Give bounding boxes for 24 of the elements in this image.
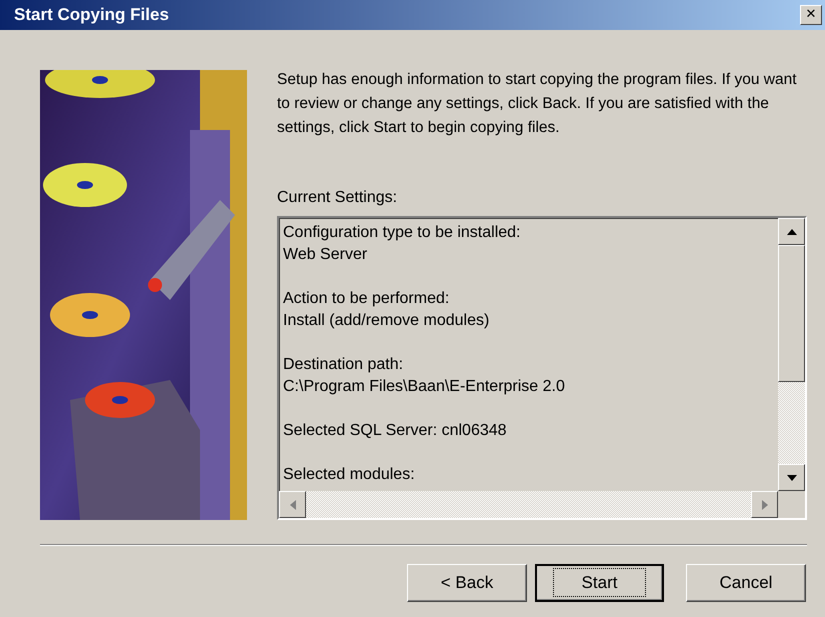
intro-text: Setup has enough information to start copying the program files. If you want to review or change any settings, click Back. If you are satisfied with the settings, click Start to begin copying files. — [277, 70, 798, 138]
scroll-left-button[interactable] — [279, 491, 306, 518]
scroll-up-button[interactable] — [778, 218, 805, 245]
up-arrow-icon — [786, 228, 798, 236]
dialog-button[interactable]: < Back — [407, 564, 527, 602]
vertical-scrollbar[interactable] — [778, 218, 805, 491]
settings-label: Current Settings: — [277, 188, 398, 208]
scroll-right-button[interactable] — [751, 491, 778, 518]
dialog-button[interactable]: Cancel — [686, 564, 806, 602]
left-arrow-icon — [288, 498, 296, 510]
settings-line: Action to be performed: — [283, 290, 450, 307]
right-arrow-icon — [760, 498, 768, 510]
settings-line: Install (add/remove modules) — [283, 312, 490, 329]
settings-line: Selected modules: — [283, 466, 415, 483]
dialog-button[interactable]: Start — [535, 564, 664, 602]
close-button[interactable]: ✕ — [800, 5, 822, 25]
settings-line: C:\Program Files\Baan\E-Enterprise 2.0 — [283, 378, 565, 395]
settings-line: Destination path: — [283, 356, 404, 373]
settings-line: Web Server — [283, 246, 368, 263]
down-arrow-icon — [786, 474, 798, 482]
window-title: Start Copying Files — [14, 5, 169, 25]
scroll-down-button[interactable] — [778, 464, 805, 491]
settings-line: Selected SQL Server: cnl06348 — [283, 422, 507, 439]
settings-line: Configuration type to be installed: — [283, 224, 520, 241]
